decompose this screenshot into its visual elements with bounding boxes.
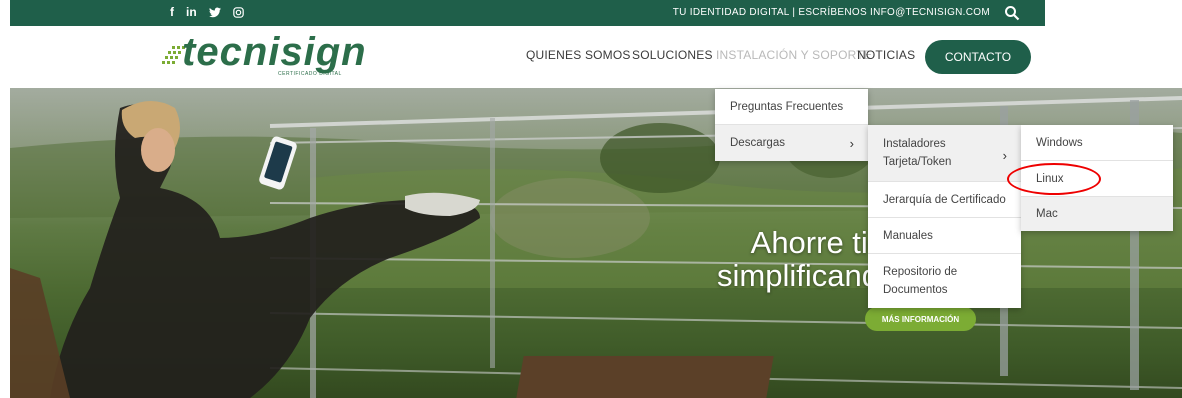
nav-soluciones[interactable]: SOLUCIONES <box>632 48 713 62</box>
topbar-contact-text[interactable]: TU IDENTIDAD DIGITAL | ESCRÍBENOS INFO@T… <box>673 7 990 18</box>
social-links: f in <box>170 5 244 19</box>
dropdown-instalacion-soporte: Preguntas Frecuentes Descargas › <box>715 89 868 161</box>
logo-text: tecnisign <box>182 30 367 74</box>
facebook-icon[interactable]: f <box>170 5 174 19</box>
site-header: tecnisign CERTIFICADO DIGITAL QUIENES SO… <box>0 26 1182 88</box>
dropdown-descargas: Instaladores Tarjeta/Token › Jerarquía d… <box>868 125 1021 308</box>
search-icon[interactable] <box>1004 5 1020 21</box>
top-bar: f in TU IDENTIDAD DIGITAL | ESCRÍBENOS I… <box>10 0 1045 26</box>
twitter-icon[interactable] <box>208 5 221 19</box>
logo-subtitle: CERTIFICADO DIGITAL <box>278 71 342 77</box>
logo[interactable]: tecnisign CERTIFICADO DIGITAL <box>160 30 390 82</box>
menu-item-repositorio-documentos[interactable]: Repositorio de Documentos <box>868 254 1021 308</box>
menu-item-preguntas-frecuentes[interactable]: Preguntas Frecuentes <box>715 89 868 125</box>
linkedin-icon[interactable]: in <box>186 5 197 19</box>
menu-item-jerarquia-certificado[interactable]: Jerarquía de Certificado <box>868 182 1021 218</box>
menu-item-mac[interactable]: Mac <box>1021 197 1173 231</box>
nav-instalacion-soporte[interactable]: INSTALACIÓN Y SOPORTE <box>716 48 872 62</box>
nav-quienes-somos[interactable]: QUIENES SOMOS <box>526 48 631 62</box>
menu-item-descargas[interactable]: Descargas › <box>715 125 868 161</box>
nav-noticias[interactable]: NOTICIAS <box>857 48 915 62</box>
menu-item-windows[interactable]: Windows <box>1021 125 1173 161</box>
menu-item-instaladores-tarjeta[interactable]: Instaladores Tarjeta/Token › <box>868 125 1021 182</box>
wooden-table <box>516 356 774 398</box>
menu-item-manuales[interactable]: Manuales <box>868 218 1021 254</box>
contact-button[interactable]: CONTACTO <box>925 40 1031 74</box>
linux-highlight-circle <box>1007 163 1101 195</box>
chevron-right-icon: › <box>849 135 854 151</box>
more-info-button[interactable]: MÁS INFORMACIÓN <box>865 307 976 331</box>
instagram-icon[interactable] <box>232 5 244 19</box>
chevron-right-icon: › <box>1002 148 1007 163</box>
